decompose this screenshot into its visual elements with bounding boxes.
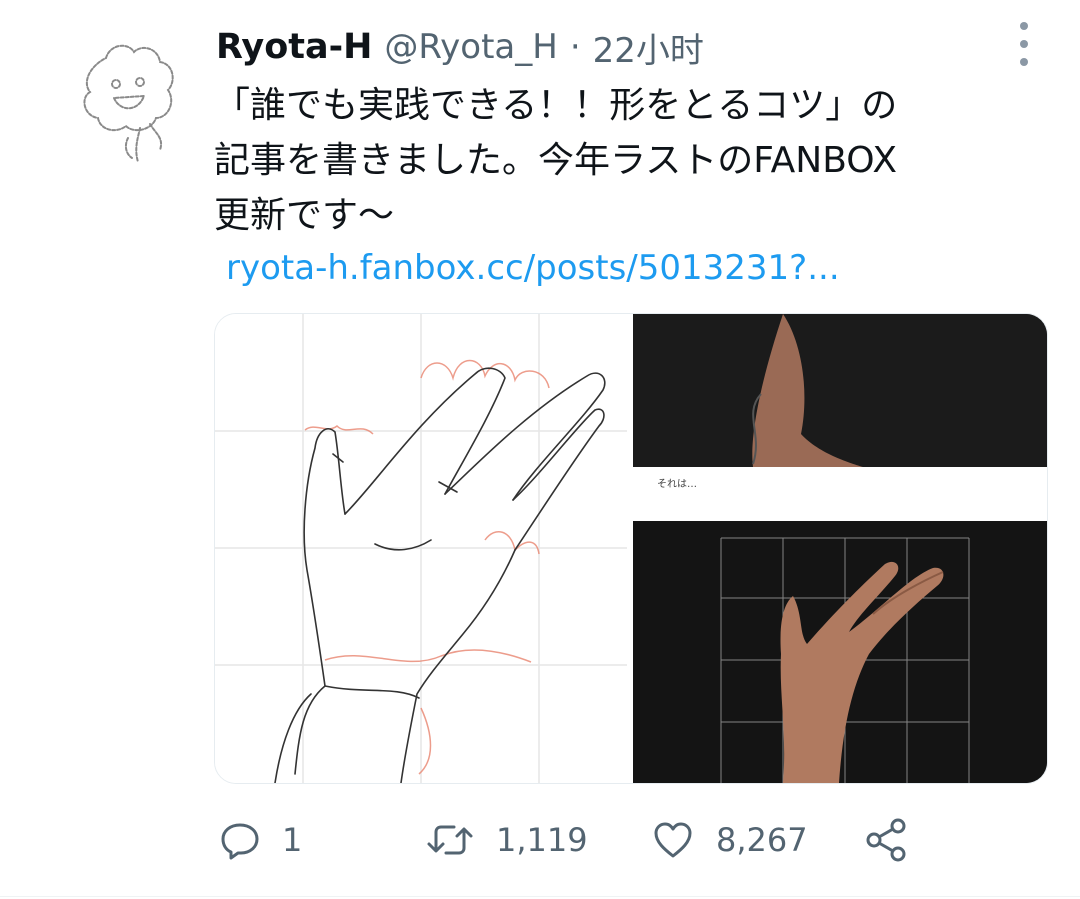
more-options-button[interactable] [1012,22,1036,66]
tweet-text-line: 更新です〜 [214,195,395,236]
hand-sketch-illustration [215,314,627,783]
tweet-text-line: 「誰でも実践できる！！形をとるコツ」の [214,85,898,126]
hand-photo-illustration [633,314,1047,783]
meta-separator: · [569,27,581,67]
tweet-link[interactable]: ryota-h.fanbox.cc/posts/5013231?... [226,248,840,288]
tweet-text-line: 記事を書きました。今年ラストのFANBOX [214,140,897,181]
more-dot-icon [1020,58,1028,66]
tweet-header: Ryota-H @Ryota_H · 22小时 [216,22,704,72]
like-count: 8,267 [716,821,808,859]
author-name[interactable]: Ryota-H [216,27,372,67]
retweet-icon [427,825,473,855]
tweet-timestamp[interactable]: 22小时 [593,23,704,72]
like-button[interactable]: 8,267 [652,810,808,870]
author-handle[interactable]: @Ryota_H [384,27,557,67]
caption-band: それは… [633,467,1047,521]
media-image-hand-sketch[interactable] [215,314,627,783]
tweet-text: 「誰でも実践できる！！形をとるコツ」の 記事を書きました。今年ラストのFANBO… [214,78,1054,243]
retweet-count: 1,119 [496,821,588,859]
tweet-action-bar: 1 1,119 8,267 [214,810,1046,870]
more-dot-icon [1020,40,1028,48]
avatar-doodle-icon [83,44,174,163]
media-grid: それは… [214,313,1048,784]
divider [0,896,1080,897]
reply-icon [221,823,259,860]
media-image-photo-reference[interactable]: それは… [633,314,1047,783]
reply-count: 1 [282,821,303,859]
share-button[interactable] [862,810,910,870]
heart-icon [654,822,692,858]
media-caption: それは… [657,479,697,490]
retweet-button[interactable]: 1,119 [426,810,588,870]
share-icon [866,818,906,862]
more-dot-icon [1020,22,1028,30]
avatar[interactable] [76,38,188,170]
reply-button[interactable]: 1 [220,810,302,870]
